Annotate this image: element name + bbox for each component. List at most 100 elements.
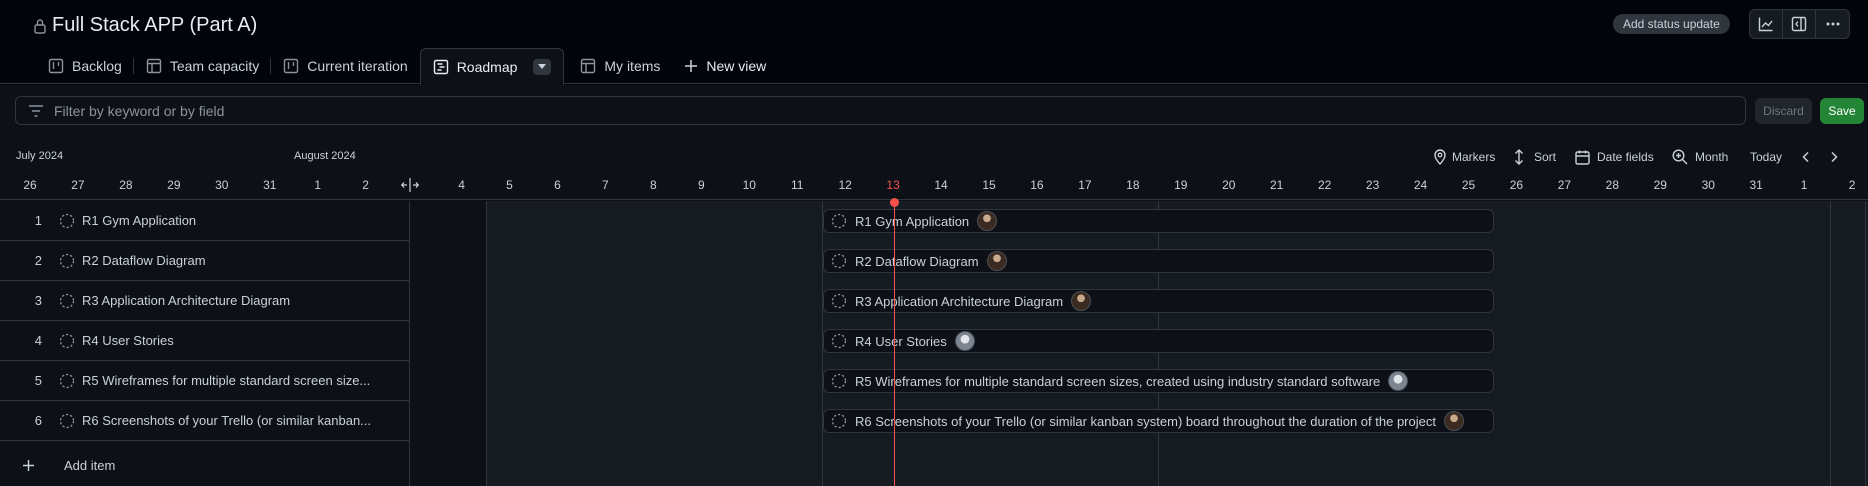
column-resize-handle[interactable] (401, 178, 419, 195)
item-title[interactable]: R6 Screenshots of your Trello (or simila… (82, 413, 382, 428)
item-title[interactable]: R1 Gym Application (82, 213, 382, 228)
draft-issue-icon (59, 413, 75, 429)
item-title[interactable]: R4 User Stories (82, 333, 382, 348)
day-label: 17 (1078, 178, 1092, 192)
tab-options-button[interactable] (533, 59, 552, 75)
add-status-update-button[interactable]: Add status update (1613, 14, 1730, 34)
new-view-button[interactable]: New view (672, 48, 778, 84)
tab-current-iteration[interactable]: Current iteration (271, 48, 419, 84)
today-marker-line (894, 201, 895, 486)
table-row[interactable]: 5 R5 Wireframes for multiple standard scr… (0, 361, 409, 401)
tab-team-capacity[interactable]: Team capacity (134, 48, 272, 84)
table-row[interactable]: 1 R1 Gym Application (0, 201, 409, 241)
draft-issue-icon (831, 253, 847, 269)
zoom-in-icon (1672, 149, 1688, 165)
tab-label: Current iteration (307, 58, 408, 74)
roadmap-bar[interactable]: R3 Application Architecture Diagram (823, 289, 1494, 313)
tab-label: My items (604, 58, 661, 74)
draft-issue-icon (831, 413, 847, 429)
tab-label: Roadmap (456, 59, 518, 75)
day-label: 8 (650, 178, 657, 192)
sort-button[interactable]: Sort (1513, 146, 1556, 168)
resize-horizontal-icon (401, 178, 419, 192)
roadmap-bar[interactable]: R6 Screenshots of your Trello (or simila… (823, 409, 1494, 433)
add-item-button[interactable]: Add item (0, 445, 409, 485)
draft-issue-icon (59, 213, 75, 229)
zoom-button[interactable]: Month (1672, 146, 1728, 168)
filter-input[interactable]: Filter by keyword or by field (15, 96, 1746, 125)
previous-button[interactable] (1801, 146, 1811, 168)
day-label: 25 (1461, 178, 1476, 192)
draft-issue-icon (831, 373, 847, 389)
day-label: 2 (1848, 178, 1856, 192)
draft-issue-icon (59, 253, 75, 269)
avatar (977, 211, 998, 231)
table-row[interactable]: 4 R4 User Stories (0, 321, 409, 361)
view-tabs: Backlog Team capacity Current iteration … (36, 48, 778, 85)
board-icon (283, 58, 299, 74)
zoom-label: Month (1695, 150, 1729, 164)
markers-button[interactable]: Markers (1433, 146, 1495, 168)
day-label: 27 (1557, 178, 1572, 192)
roadmap-icon (433, 59, 449, 75)
tab-roadmap[interactable]: Roadmap (419, 48, 565, 85)
side-panel-button[interactable] (1783, 10, 1816, 38)
bar-label: R5 Wireframes for multiple standard scre… (855, 373, 1381, 389)
day-label: 21 (1270, 178, 1284, 192)
day-label: 4 (458, 178, 465, 192)
divider (409, 201, 410, 486)
row-number: 6 (34, 413, 42, 428)
more-options-button[interactable] (1816, 10, 1849, 38)
roadmap-bar[interactable]: R2 Dataflow Diagram (823, 249, 1494, 273)
date-fields-button[interactable]: Date fields (1575, 146, 1654, 168)
markers-label: Markers (1452, 150, 1496, 164)
day-label: 13 (886, 178, 900, 192)
day-label: 22 (1317, 178, 1332, 192)
bar-label: R2 Dataflow Diagram (855, 253, 979, 269)
discard-button[interactable]: Discard (1755, 98, 1812, 124)
grid-line (1865, 201, 1866, 486)
insights-button[interactable] (1750, 10, 1783, 38)
avatar (986, 251, 1007, 271)
avatar (954, 331, 975, 351)
avatar (1443, 411, 1464, 431)
day-label: 10 (742, 178, 756, 192)
roadmap-bar[interactable]: R5 Wireframes for multiple standard scre… (823, 369, 1494, 393)
draft-issue-icon (59, 293, 75, 309)
day-label: 28 (1605, 178, 1620, 192)
day-label: 5 (506, 178, 513, 192)
tab-my-items[interactable]: My items (564, 48, 672, 84)
table-row[interactable]: 6 R6 Screenshots of your Trello (or simil… (0, 401, 409, 441)
board-icon (48, 58, 64, 74)
item-title[interactable]: R5 Wireframes for multiple standard scre… (82, 373, 382, 388)
table-row[interactable]: 2 R2 Dataflow Diagram (0, 241, 409, 281)
day-label: 30 (215, 178, 229, 192)
timeline-days-header: 2627282930311234567891011121314151617181… (0, 172, 1868, 200)
roadmap-bar[interactable]: R1 Gym Application (823, 209, 1494, 233)
table-icon (146, 58, 162, 74)
today-button[interactable]: Today (1750, 146, 1782, 168)
save-button[interactable]: Save (1820, 98, 1864, 124)
sort-icon (1513, 149, 1525, 165)
plus-icon (684, 59, 698, 73)
bar-label: R4 User Stories (855, 333, 947, 349)
sort-label: Sort (1534, 150, 1557, 164)
row-number: 5 (34, 373, 42, 388)
tab-backlog[interactable]: Backlog (36, 48, 134, 84)
sidebar-icon (1791, 16, 1807, 32)
item-title[interactable]: R2 Dataflow Diagram (82, 253, 382, 268)
day-label: 2 (362, 178, 369, 192)
draft-issue-icon (831, 333, 847, 349)
chevron-right-icon (1829, 151, 1839, 163)
next-button[interactable] (1829, 146, 1839, 168)
day-label: 28 (119, 178, 133, 192)
item-title[interactable]: R3 Application Architecture Diagram (82, 293, 382, 308)
avatar (1388, 371, 1409, 391)
day-label: 31 (263, 178, 277, 192)
table-row[interactable]: 3 R3 Application Architecture Diagram (0, 281, 409, 321)
plus-icon (22, 459, 35, 472)
today-marker-dot (890, 198, 899, 207)
roadmap-bar[interactable]: R4 User Stories (823, 329, 1494, 353)
day-label: 30 (1701, 178, 1715, 192)
draft-issue-icon (59, 333, 75, 349)
